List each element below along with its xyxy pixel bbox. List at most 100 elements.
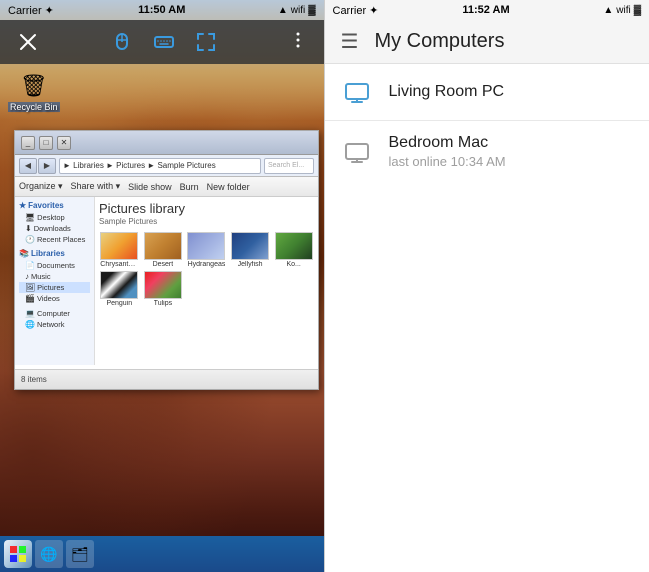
sidebar-recent[interactable]: 🕐Recent Places — [19, 234, 90, 245]
nav-buttons: ◀ ▶ — [19, 158, 56, 174]
keyboard-icon-button[interactable] — [153, 31, 175, 53]
kookaburra-label: Ko... — [286, 261, 300, 268]
right-panel: Carrier ✦ 11:52 AM ▲ wifi ▓ ☰ My Compute… — [325, 0, 649, 572]
jellyfish-label: Jellyfish — [238, 261, 263, 268]
favorites-title: ★Favorites — [19, 201, 90, 210]
status-count: 8 items — [21, 375, 47, 384]
bedroom-mac-item[interactable]: Bedroom Mac last online 10:34 AM — [325, 121, 649, 183]
left-signal-icon: ▲ — [278, 5, 288, 16]
tulips-label: Tulips — [154, 300, 172, 307]
left-status-icons: ▲ wifi ▓ — [278, 5, 316, 16]
right-status-icons: ▲ wifi ▓ — [603, 5, 641, 16]
page-title: My Computers — [374, 30, 504, 53]
forward-button[interactable]: ▶ — [38, 158, 56, 174]
bedroom-mac-info: Bedroom Mac last online 10:34 AM — [389, 133, 634, 171]
explorer-heading: Pictures library — [99, 201, 314, 216]
bedroom-mac-monitor-icon — [341, 136, 373, 168]
close-button[interactable] — [16, 30, 40, 54]
penguin-label: Penguin — [106, 300, 132, 307]
sidebar-network[interactable]: 🌐Network — [19, 319, 90, 330]
sidebar-computer[interactable]: 💻Computer — [19, 308, 90, 319]
hydrangeas-thumb — [187, 232, 225, 260]
explorer-window: _ □ ✕ ◀ ▶ ► Libraries ► Pictures ► Sampl… — [14, 130, 319, 390]
bedroom-mac-name: Bedroom Mac — [389, 133, 634, 154]
jellyfish-thumb — [231, 232, 269, 260]
organize-button[interactable]: Organize ▾ — [19, 181, 63, 192]
sidebar-documents[interactable]: 📄Documents — [19, 260, 90, 271]
libraries-section: 📚Libraries 📄Documents ♪Music 🖼Pictures 🎬… — [19, 249, 90, 304]
penguin-thumb — [100, 271, 138, 299]
hydrangeas-label: Hydrangeas — [188, 261, 226, 268]
sidebar-music[interactable]: ♪Music — [19, 271, 90, 282]
file-tulips[interactable]: Tulips — [143, 271, 184, 307]
maximize-button[interactable]: □ — [39, 136, 53, 150]
more-options-button[interactable] — [288, 30, 308, 55]
recycle-bin-icon[interactable]: 🗑 Recycle Bin — [8, 72, 60, 112]
file-desert[interactable]: Desert — [143, 232, 184, 268]
file-hydrangeas[interactable]: Hydrangeas — [186, 232, 227, 268]
desert-label: Desert — [153, 261, 174, 268]
search-placeholder: Search El... — [268, 162, 304, 169]
chrysanthemum-label: Chrysanthemum — [100, 261, 138, 268]
right-wifi-icon: wifi — [616, 5, 630, 16]
remote-toolbar — [0, 20, 324, 64]
left-time: 11:50 AM — [138, 4, 185, 16]
hamburger-menu-button[interactable]: ☰ — [341, 29, 359, 54]
file-chrysanthemum[interactable]: Chrysanthemum — [99, 232, 140, 268]
taskbar-ie-icon[interactable]: 🌐 — [35, 540, 63, 568]
slideshow-button[interactable]: Slide show — [128, 182, 172, 192]
right-time: 11:52 AM — [462, 4, 509, 16]
toolbar-center-icons — [111, 31, 217, 53]
address-path[interactable]: ► Libraries ► Pictures ► Sample Pictures — [59, 158, 261, 174]
computer-section: 💻Computer 🌐Network — [19, 308, 90, 330]
start-button[interactable] — [4, 540, 32, 568]
recycle-bin-label: Recycle Bin — [8, 102, 60, 112]
right-status-bar: Carrier ✦ 11:52 AM ▲ wifi ▓ — [325, 0, 649, 20]
file-penguin[interactable]: Penguin — [99, 271, 140, 307]
explorer-toolbar2: Organize ▾ Share with ▾ Slide show Burn … — [15, 177, 318, 197]
living-room-pc-item[interactable]: Living Room PC — [325, 64, 649, 121]
share-button[interactable]: Share with ▾ — [71, 181, 121, 192]
living-room-monitor-icon — [341, 76, 373, 108]
libraries-title: 📚Libraries — [19, 249, 90, 258]
file-kookaburra[interactable]: Ko... — [273, 232, 314, 268]
taskbar-explorer-icon[interactable]: 🗂 — [66, 540, 94, 568]
right-signal-icon: ▲ — [603, 5, 613, 16]
explorer-statusbar: 8 items — [15, 369, 318, 389]
search-box[interactable]: Search El... — [264, 158, 314, 174]
explorer-titlebar: _ □ ✕ — [15, 131, 318, 155]
desert-thumb — [144, 232, 182, 260]
newfolder-button[interactable]: New folder — [207, 182, 250, 192]
file-jellyfish[interactable]: Jellyfish — [230, 232, 271, 268]
explorer-subheading: Sample Pictures — [99, 217, 314, 226]
window-close-button[interactable]: ✕ — [57, 136, 71, 150]
left-carrier: Carrier ✦ — [8, 4, 54, 17]
chrysanthemum-thumb — [100, 232, 138, 260]
sidebar-downloads[interactable]: ⬇Downloads — [19, 223, 90, 234]
explorer-main: Pictures library Sample Pictures Chrysan… — [95, 197, 318, 365]
file-grid: Chrysanthemum Desert Hydrangeas Jellyfis… — [99, 232, 314, 307]
left-wifi-icon: wifi — [291, 5, 305, 16]
right-battery-icon: ▓ — [634, 5, 641, 16]
left-battery-icon: ▓ — [308, 5, 315, 16]
mouse-icon-button[interactable] — [111, 31, 133, 53]
left-panel: Carrier ✦ 11:50 AM ▲ wifi ▓ — [0, 0, 324, 572]
bedroom-mac-status: last online 10:34 AM — [389, 154, 634, 171]
sidebar-videos[interactable]: 🎬Videos — [19, 293, 90, 304]
favorites-section: ★Favorites 🖥Desktop ⬇Downloads 🕐Recent P… — [19, 201, 90, 245]
recycle-bin-image: 🗑 — [20, 72, 48, 100]
sidebar-desktop[interactable]: 🖥Desktop — [19, 212, 90, 223]
living-room-name: Living Room PC — [389, 82, 634, 103]
sidebar-pictures[interactable]: 🖼Pictures — [19, 282, 90, 293]
explorer-addressbar: ◀ ▶ ► Libraries ► Pictures ► Sample Pict… — [15, 155, 318, 177]
back-button[interactable]: ◀ — [19, 158, 37, 174]
burn-button[interactable]: Burn — [180, 182, 199, 192]
explorer-sidebar: ★Favorites 🖥Desktop ⬇Downloads 🕐Recent P… — [15, 197, 95, 365]
left-status-bar: Carrier ✦ 11:50 AM ▲ wifi ▓ — [0, 0, 324, 20]
right-carrier: Carrier ✦ — [333, 4, 379, 17]
kookaburra-thumb — [275, 232, 313, 260]
expand-icon-button[interactable] — [195, 31, 217, 53]
minimize-button[interactable]: _ — [21, 136, 35, 150]
tulips-thumb — [144, 271, 182, 299]
right-header: ☰ My Computers — [325, 20, 649, 64]
